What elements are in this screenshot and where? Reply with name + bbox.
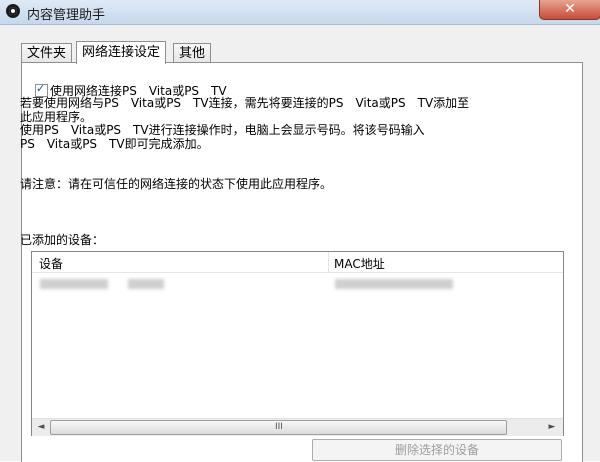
- delete-selected-device-button[interactable]: 删除选择的设备: [312, 439, 562, 461]
- description-line: 使用PS Vita或PS TV进行连接操作时，电脑上会显示号码。将该号码输入: [20, 123, 425, 137]
- scroll-left-arrow-icon[interactable]: ◄: [34, 421, 48, 433]
- description-text: 若要使用网络与PS Vita或PS TV连接，需先将要连接的PS Vita或PS…: [20, 96, 470, 151]
- scroll-right-arrow-icon[interactable]: ►: [545, 421, 559, 433]
- description-line: PS Vita或PS TV即可完成添加。: [20, 136, 209, 151]
- title-bar: 内容管理助手 ✕: [0, 0, 600, 25]
- redacted-device-name: [128, 279, 164, 289]
- window-title: 内容管理助手: [27, 8, 106, 23]
- description-line: 此应用程序。: [20, 109, 93, 124]
- column-header-device[interactable]: 设备: [39, 255, 63, 272]
- tab-folder[interactable]: 文件夹: [21, 43, 73, 63]
- scrollbar-thumb[interactable]: III: [50, 420, 507, 435]
- tab-network-settings[interactable]: 网络连接设定: [76, 41, 167, 64]
- description-line: 若要使用网络与PS Vita或PS TV连接，需先将要连接的PS Vita或PS…: [20, 96, 470, 110]
- redacted-device-name: [40, 279, 108, 289]
- column-separator[interactable]: [328, 252, 329, 272]
- devices-label: 已添加的设备：: [20, 233, 105, 247]
- column-header-mac[interactable]: MAC地址: [334, 255, 385, 272]
- security-note: 请注意：请在可信任的网络连接的状态下使用此应用程序。: [20, 177, 333, 191]
- list-item[interactable]: [32, 275, 563, 293]
- app-logo-icon: [6, 4, 20, 18]
- window-body: 文件夹 网络连接设定 其他 使用网络连接PS Vita或PS TV 若要使用网络…: [0, 25, 600, 462]
- horizontal-scrollbar[interactable]: ◄ III ►: [32, 418, 563, 436]
- tab-other[interactable]: 其他: [173, 43, 212, 63]
- scrollbar-grip-icon: III: [275, 422, 283, 432]
- close-button[interactable]: ✕: [539, 0, 600, 20]
- list-header: 设备 MAC地址: [32, 252, 563, 273]
- devices-list[interactable]: 设备 MAC地址 ◄ III ►: [31, 251, 564, 436]
- redacted-mac-address: [335, 279, 453, 289]
